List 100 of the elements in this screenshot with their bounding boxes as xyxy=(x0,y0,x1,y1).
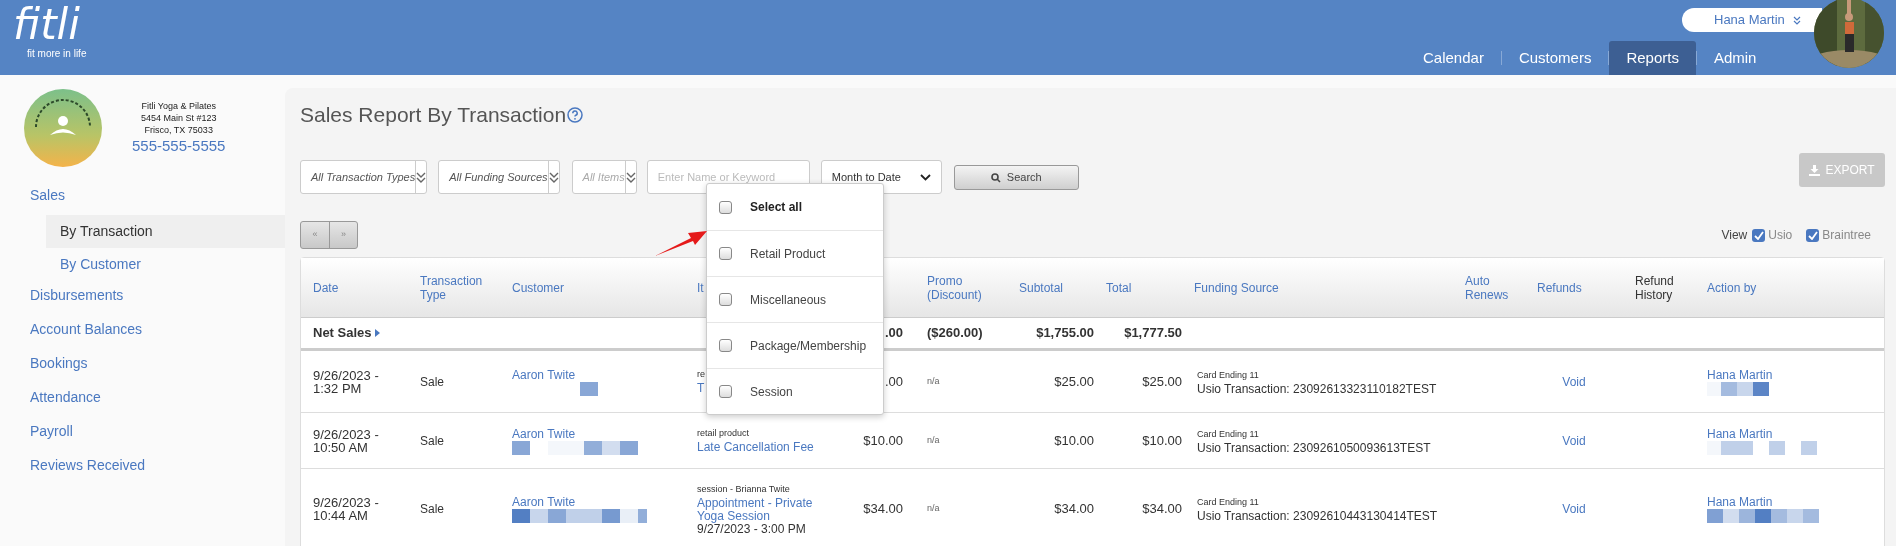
menu-option[interactable]: Session xyxy=(707,368,883,414)
customer-link[interactable]: Aaron Twite xyxy=(512,494,576,509)
staff-link[interactable]: Hana Martin xyxy=(1707,426,1773,441)
table-cell-text: $1,755.00 xyxy=(1035,324,1094,343)
card-info: Card Ending 11 xyxy=(1197,368,1259,382)
download-icon xyxy=(1809,164,1821,176)
void-link[interactable]: Void xyxy=(1562,372,1586,391)
menu-option[interactable]: Retail Product xyxy=(707,230,883,276)
sidebar-item[interactable]: Disbursements xyxy=(0,281,285,309)
sidebar-subitem[interactable]: By Customer xyxy=(46,248,285,281)
check-icon xyxy=(1753,230,1764,240)
page-title: Sales Report By Transaction xyxy=(300,102,567,129)
transaction-id: Usio Transaction: 23092613323110182TEST xyxy=(1197,381,1437,396)
column-header[interactable]: Total xyxy=(1094,280,1182,295)
checkbox-label: Usio xyxy=(1768,227,1793,244)
nav-tab[interactable]: Customers xyxy=(1501,41,1609,75)
sidebar-item[interactable]: Payroll xyxy=(0,417,285,445)
checkbox[interactable] xyxy=(719,339,732,352)
chevron-icon xyxy=(919,173,931,181)
search-icon xyxy=(990,172,1001,183)
card-info: Card Ending 11 xyxy=(1197,427,1259,441)
table-cell-text: n/a xyxy=(926,433,941,447)
transaction-id: Usio Transaction: 2309261050093613TEST xyxy=(1197,440,1431,455)
nav-tab[interactable]: Calendar xyxy=(1406,41,1501,75)
chevron-icon xyxy=(625,171,636,183)
arrow-annotation xyxy=(655,228,707,258)
item-category: retail product xyxy=(697,427,750,440)
column-header[interactable]: Date xyxy=(301,280,408,295)
table-cell-text: Sale xyxy=(419,500,446,518)
checkbox-label: Braintree xyxy=(1822,227,1871,244)
search-button[interactable]: Search xyxy=(953,165,1079,190)
table-cell-text: $10.00 xyxy=(1053,431,1094,450)
sidebar-item[interactable]: Bookings xyxy=(0,349,285,377)
column-header[interactable]: Funding Source xyxy=(1182,280,1453,295)
staff-link[interactable]: Hana Martin xyxy=(1707,367,1773,382)
void-link[interactable]: Void xyxy=(1562,431,1586,450)
sidebar-item[interactable]: Sales xyxy=(0,181,285,209)
chevron-icon xyxy=(548,171,559,183)
table-cell-text: $10.00 xyxy=(862,431,904,450)
pager-button[interactable]: « xyxy=(301,222,329,248)
checkbox[interactable] xyxy=(719,385,732,398)
sidebar-item[interactable]: Attendance xyxy=(0,383,285,411)
table-cell-text: $25.00 xyxy=(1141,372,1182,391)
filter-dropdown[interactable]: All Transaction Types xyxy=(300,160,428,194)
checkbox[interactable] xyxy=(719,200,732,214)
column-header[interactable]: Transaction Type xyxy=(408,273,500,302)
business-address: 5454 Main St #123 xyxy=(140,112,217,124)
filter-dropdown[interactable]: All Funding Sources xyxy=(438,160,560,194)
staff-link[interactable]: Hana Martin xyxy=(1707,494,1773,509)
transaction-id: Usio Transaction: 23092610443130414TEST xyxy=(1197,508,1438,523)
table-cell-text: 9/26/2023 - 10:44 AM xyxy=(312,495,380,522)
nav-tab[interactable]: Reports xyxy=(1609,41,1696,75)
caret-icon xyxy=(1792,15,1801,25)
menu-option[interactable]: Package/Membership xyxy=(707,322,883,368)
pager-button[interactable]: » xyxy=(329,222,357,248)
table-cell-text: ($260.00) xyxy=(926,324,984,343)
item-link[interactable]: T xyxy=(697,382,705,395)
item-link[interactable]: Appointment - Private Yoga Session xyxy=(697,496,819,523)
menu-option[interactable]: Miscellaneous xyxy=(707,276,883,322)
table-cell-text: n/a xyxy=(926,501,941,515)
business-phone[interactable]: 555-555-5555 xyxy=(132,136,226,156)
sidebar-item[interactable]: Account Balances xyxy=(0,315,285,343)
item-link[interactable]: Late Cancellation Fee xyxy=(697,441,814,454)
void-link[interactable]: Void xyxy=(1562,499,1586,518)
column-header[interactable]: Refunds xyxy=(1525,280,1623,295)
pixelated-redaction xyxy=(580,381,598,396)
checkbox[interactable] xyxy=(1752,228,1766,242)
sidebar-item[interactable]: Reviews Received xyxy=(0,451,285,479)
expand-icon[interactable] xyxy=(374,329,380,337)
nav-tab[interactable]: Admin xyxy=(1696,41,1774,75)
net-sales-label[interactable]: Net Sales xyxy=(313,323,372,343)
column-header[interactable]: Promo (Discount) xyxy=(915,273,1007,302)
table-cell-text: $34.00 xyxy=(1053,499,1094,518)
table-cell-text: $1,777.50 xyxy=(1123,324,1182,343)
checkbox[interactable] xyxy=(1806,228,1820,242)
column-header[interactable]: Action by xyxy=(1695,280,1884,295)
filter-dropdown[interactable]: All Items xyxy=(571,160,637,194)
user-menu[interactable]: Hana Martin xyxy=(1682,8,1822,32)
chevron-icon xyxy=(416,171,427,183)
customer-link[interactable]: Aaron Twite xyxy=(512,426,576,441)
column-header[interactable]: Subtotal xyxy=(1007,280,1094,295)
business-city: Frisco, TX 75033 xyxy=(144,124,213,136)
view-label: View xyxy=(1721,227,1748,244)
column-header: Refund History xyxy=(1634,273,1675,302)
item-date: 9/27/2023 - 3:00 PM xyxy=(697,522,806,535)
table-cell-text: .00 xyxy=(883,372,904,391)
checkbox[interactable] xyxy=(719,293,732,306)
column-header[interactable]: Auto Renews xyxy=(1453,273,1525,302)
table-cell-text: $10.00 xyxy=(1141,431,1182,450)
table-cell-text: $25.00 xyxy=(1053,372,1094,391)
table-cell-text: $34.00 xyxy=(862,499,904,518)
table-cell-text: 9/26/2023 - 1:32 PM xyxy=(312,368,380,395)
pixelated-redaction xyxy=(1707,381,1771,396)
customer-link[interactable]: Aaron Twite xyxy=(512,367,576,382)
column-header[interactable]: Customer xyxy=(500,280,685,295)
checkbox[interactable] xyxy=(719,247,732,260)
item-category: re xyxy=(697,368,705,381)
help-icon[interactable] xyxy=(567,107,584,123)
logo[interactable]: fitli xyxy=(13,2,87,48)
sidebar-subitem[interactable]: By Transaction xyxy=(46,215,285,248)
